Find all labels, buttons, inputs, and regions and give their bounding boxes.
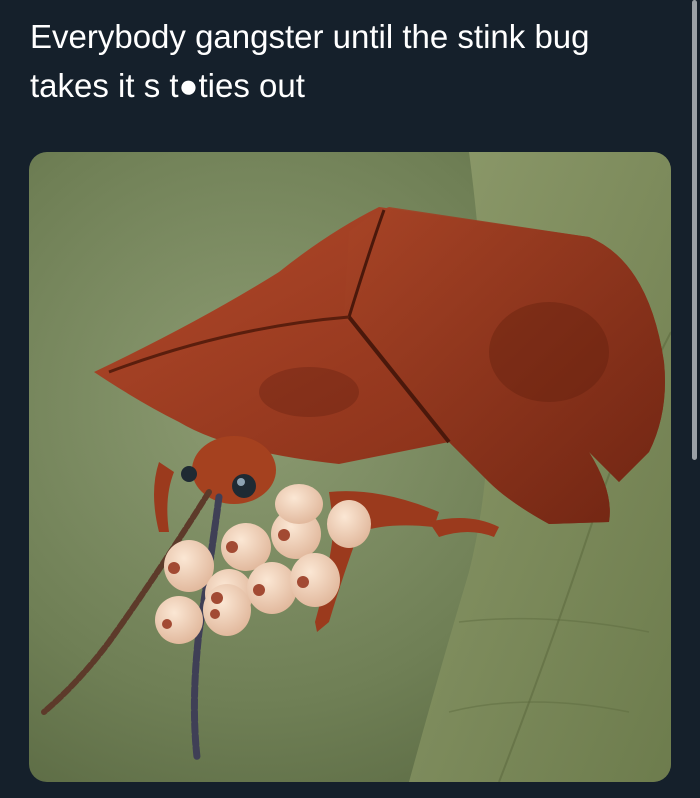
tweet-text: Everybody gangster until the stink bug t…	[30, 12, 680, 110]
tweet-text-line-1: Everybody gangster until the stink bug	[30, 18, 590, 55]
beetle-photo	[29, 152, 671, 782]
scrollbar[interactable]	[692, 0, 697, 460]
tweet-text-line-2: takes it s t●ties out	[30, 67, 305, 104]
tweet-card: Everybody gangster until the stink bug t…	[0, 0, 700, 798]
tweet-image[interactable]	[29, 152, 671, 782]
beetle-eye	[232, 474, 256, 498]
